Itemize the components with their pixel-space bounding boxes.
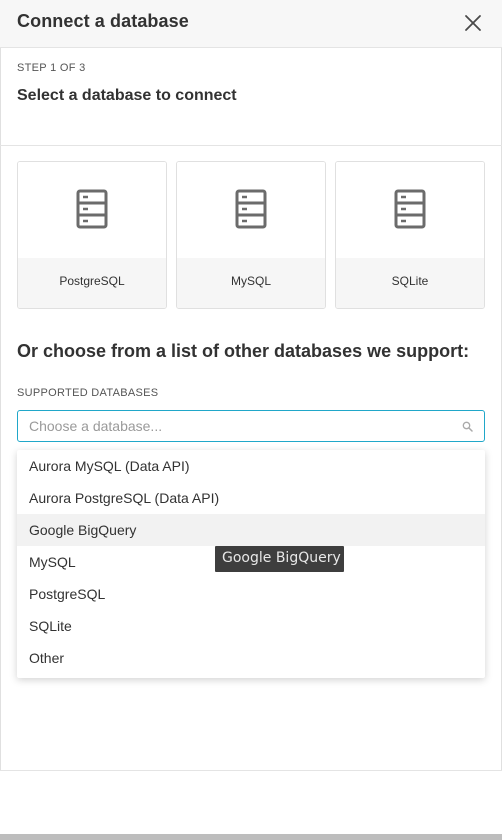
- tooltip: Google BigQuery: [215, 546, 344, 572]
- dropdown-option[interactable]: SQLite: [17, 610, 485, 642]
- card-icon-area: [336, 162, 484, 258]
- card-label-area: SQLite: [336, 258, 484, 308]
- modal-footer: [0, 770, 502, 840]
- dropdown-option-hovered[interactable]: Google BigQuery: [17, 514, 485, 546]
- dropdown-option[interactable]: Other: [17, 642, 485, 674]
- close-button[interactable]: [462, 12, 484, 34]
- option-label: PostgreSQL: [29, 586, 106, 602]
- card-mysql[interactable]: MySQL: [176, 161, 326, 309]
- search-icon: [462, 421, 473, 432]
- card-label-area: PostgreSQL: [18, 258, 166, 308]
- option-label: Other: [29, 650, 65, 666]
- dropdown-option[interactable]: PostgreSQL: [17, 578, 485, 610]
- supported-databases-label: SUPPORTED DATABASES: [17, 387, 159, 399]
- database-server-icon: [235, 189, 267, 229]
- connect-database-modal: Connect a database STEP 1 OF 3 Select a …: [0, 0, 502, 840]
- option-label: Aurora PostgreSQL (Data API): [29, 490, 220, 506]
- card-postgresql[interactable]: PostgreSQL: [17, 161, 167, 309]
- card-label: PostgreSQL: [59, 274, 125, 288]
- card-label: SQLite: [391, 274, 429, 288]
- step-title: Select a database to connect: [17, 87, 237, 104]
- card-label: MySQL: [230, 274, 271, 288]
- modal-title: Connect a database: [17, 11, 189, 31]
- database-select-input[interactable]: Choose a database...: [17, 410, 485, 442]
- close-icon: [465, 15, 481, 31]
- dropdown-option[interactable]: Aurora MySQL (Data API): [17, 450, 485, 482]
- bottom-divider: [0, 834, 502, 840]
- option-label: SQLite: [29, 618, 72, 634]
- select-placeholder: Choose a database...: [29, 418, 163, 434]
- card-icon-area: [18, 162, 166, 258]
- card-sqlite[interactable]: SQLite: [335, 161, 485, 309]
- option-label: Google BigQuery: [29, 522, 137, 538]
- card-icon-area: [177, 162, 325, 258]
- other-databases-heading: Or choose from a list of other databases…: [17, 341, 470, 361]
- database-server-icon: [76, 189, 108, 229]
- option-label: MySQL: [29, 554, 76, 570]
- dropdown-option[interactable]: Aurora PostgreSQL (Data API): [17, 482, 485, 514]
- database-cards: PostgreSQL MySQL SQLite: [17, 161, 485, 309]
- modal-header: Connect a database: [0, 0, 502, 48]
- database-server-icon: [394, 189, 426, 229]
- card-label-area: MySQL: [177, 258, 325, 308]
- step-indicator: STEP 1 OF 3: [17, 62, 86, 74]
- step-header: STEP 1 OF 3 Select a database to connect: [0, 48, 502, 146]
- option-label: Aurora MySQL (Data API): [29, 458, 190, 474]
